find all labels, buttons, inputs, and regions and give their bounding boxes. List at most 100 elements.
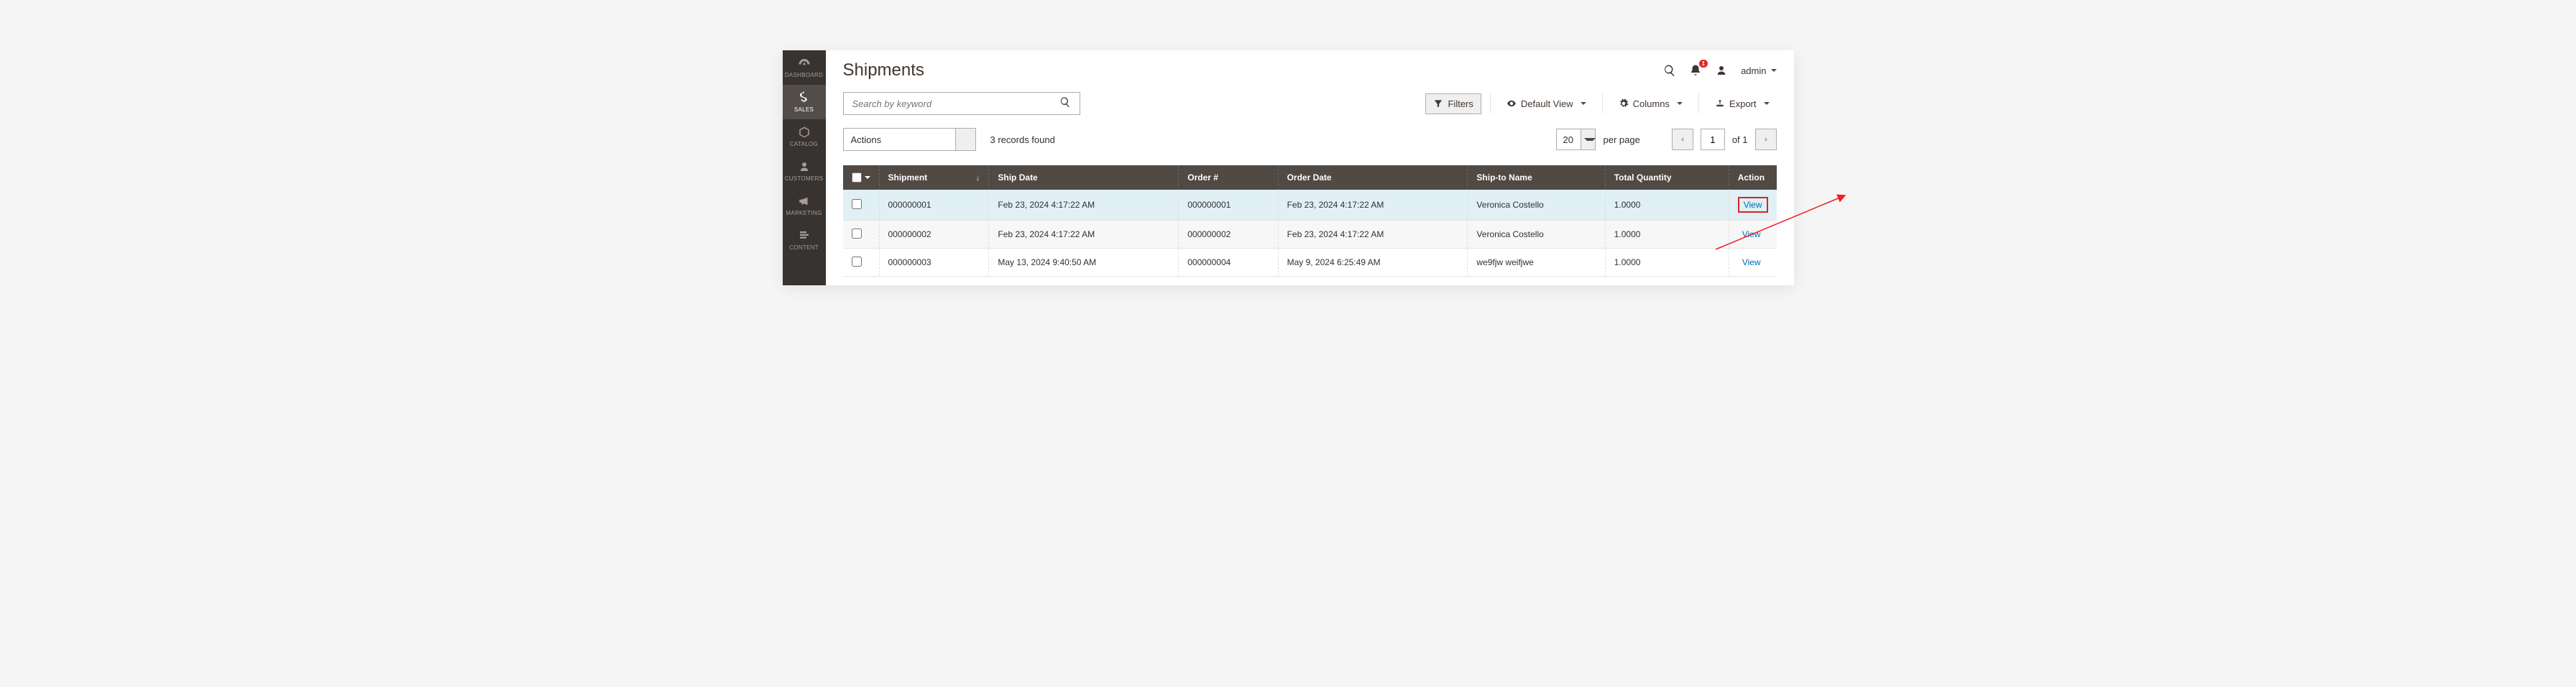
sidebar-item-label: CONTENT	[789, 244, 819, 251]
search-button[interactable]	[1663, 64, 1676, 77]
funnel-icon	[1433, 98, 1443, 109]
cell-action: View	[1729, 190, 1776, 221]
table-row[interactable]: 000000001Feb 23, 2024 4:17:22 AM00000000…	[843, 190, 1777, 221]
view-link[interactable]: View	[1744, 200, 1762, 210]
chevron-left-icon	[1679, 136, 1686, 143]
cell-shipment: 000000003	[879, 249, 989, 277]
view-link[interactable]: View	[1742, 257, 1761, 267]
cell-shipment: 000000001	[879, 190, 989, 221]
caret-down-icon	[1771, 69, 1777, 72]
columns-button[interactable]: Columns	[1611, 94, 1690, 114]
cell-order: 000000001	[1179, 190, 1278, 221]
gear-icon	[1619, 98, 1629, 109]
sidebar-item-label: DASHBOARD	[785, 72, 823, 78]
col-select[interactable]	[843, 165, 880, 190]
sort-arrow-icon: ↓	[975, 172, 980, 183]
cell-qty: 1.0000	[1605, 190, 1729, 221]
cell-order: 000000004	[1179, 249, 1278, 277]
cell-qty: 1.0000	[1605, 249, 1729, 277]
account-icon-button[interactable]	[1715, 64, 1728, 77]
table-row[interactable]: 000000003May 13, 2024 9:40:50 AM00000000…	[843, 249, 1777, 277]
col-order[interactable]: Order #	[1179, 165, 1278, 190]
page-input[interactable]	[1701, 129, 1725, 150]
cell-ship-to: we9fjw weifjwe	[1468, 249, 1605, 277]
bulk-actions-select[interactable]: Actions	[843, 128, 976, 151]
megaphone-icon	[798, 195, 811, 208]
col-action: Action	[1729, 165, 1776, 190]
sidebar-item-dashboard[interactable]: DASHBOARD	[783, 50, 826, 85]
separator	[1602, 93, 1603, 114]
sidebar-item-customers[interactable]: CUSTOMERS	[783, 154, 826, 188]
filters-button[interactable]: Filters	[1425, 93, 1481, 114]
filters-label: Filters	[1448, 98, 1473, 109]
separator	[1698, 93, 1699, 114]
eye-icon	[1506, 98, 1517, 109]
view-link[interactable]: View	[1742, 229, 1761, 239]
cell-order-date: Feb 23, 2024 4:17:22 AM	[1278, 221, 1468, 249]
prev-page-button[interactable]	[1672, 129, 1693, 150]
row-checkbox[interactable]	[852, 229, 862, 239]
default-view-label: Default View	[1521, 98, 1573, 109]
sidebar-item-marketing[interactable]: MARKETING	[783, 188, 826, 223]
row-checkbox[interactable]	[852, 199, 862, 209]
sidebar: DASHBOARD SALES CATALOG CUSTOMERS MARKET…	[783, 50, 826, 285]
cell-action: View	[1729, 249, 1776, 277]
sidebar-item-label: MARKETING	[786, 210, 822, 216]
export-button[interactable]: Export	[1708, 94, 1777, 114]
sidebar-item-content[interactable]: CONTENT	[783, 223, 826, 257]
col-qty[interactable]: Total Quantity	[1605, 165, 1729, 190]
bulk-actions-label: Actions	[844, 134, 882, 145]
notification-badge: 1	[1699, 60, 1708, 68]
select-all-checkbox[interactable]	[852, 172, 862, 183]
shipments-table: Shipment↓ Ship Date Order # Order Date S…	[843, 165, 1777, 277]
table-row[interactable]: 000000002Feb 23, 2024 4:17:22 AM00000000…	[843, 221, 1777, 249]
col-ship-date[interactable]: Ship Date	[989, 165, 1179, 190]
notifications-button[interactable]: 1	[1689, 64, 1702, 77]
caret-down-icon	[1584, 138, 1596, 141]
col-shipment[interactable]: Shipment↓	[879, 165, 989, 190]
chevron-right-icon	[1762, 136, 1770, 143]
sidebar-item-catalog[interactable]: CATALOG	[783, 119, 826, 154]
caret-down-icon	[1764, 102, 1770, 105]
caret-down-icon	[1581, 102, 1586, 105]
per-page-select[interactable]: 20	[1556, 129, 1596, 150]
next-page-button[interactable]	[1755, 129, 1777, 150]
sidebar-item-label: CATALOG	[790, 141, 818, 147]
cell-ship-to: Veronica Costello	[1468, 190, 1605, 221]
cell-ship-to: Veronica Costello	[1468, 221, 1605, 249]
export-label: Export	[1729, 98, 1757, 109]
per-page-label: per page	[1603, 134, 1639, 145]
user-icon	[1715, 64, 1728, 77]
caret-down-icon	[865, 176, 870, 179]
sidebar-item-label: CUSTOMERS	[785, 175, 824, 182]
default-view-button[interactable]: Default View	[1499, 94, 1593, 114]
sidebar-item-label: SALES	[794, 106, 814, 113]
per-page-value: 20	[1557, 134, 1581, 145]
cell-order: 000000002	[1179, 221, 1278, 249]
keyword-search-button[interactable]	[1057, 93, 1074, 114]
col-order-date[interactable]: Order Date	[1278, 165, 1468, 190]
keyword-search	[843, 92, 1080, 115]
columns-label: Columns	[1633, 98, 1670, 109]
row-checkbox[interactable]	[852, 257, 862, 267]
search-icon	[1663, 64, 1676, 77]
cell-order-date: May 9, 2024 6:25:49 AM	[1278, 249, 1468, 277]
pages-icon	[798, 229, 811, 242]
gauge-icon	[798, 57, 811, 70]
search-icon	[1059, 96, 1071, 108]
export-icon	[1715, 98, 1725, 109]
cell-shipment: 000000002	[879, 221, 989, 249]
sidebar-item-sales[interactable]: SALES	[783, 85, 826, 119]
account-menu[interactable]: admin	[1741, 65, 1776, 76]
dollar-icon	[798, 91, 811, 104]
col-ship-to[interactable]: Ship-to Name	[1468, 165, 1605, 190]
page-title: Shipments	[843, 60, 924, 80]
caret-down-icon	[1677, 102, 1683, 105]
person-icon	[798, 160, 811, 173]
cell-ship-date: Feb 23, 2024 4:17:22 AM	[989, 221, 1179, 249]
cell-ship-date: May 13, 2024 9:40:50 AM	[989, 249, 1179, 277]
cell-action: View	[1729, 221, 1776, 249]
cell-qty: 1.0000	[1605, 221, 1729, 249]
box-icon	[798, 126, 811, 139]
keyword-search-input[interactable]	[852, 98, 1057, 109]
